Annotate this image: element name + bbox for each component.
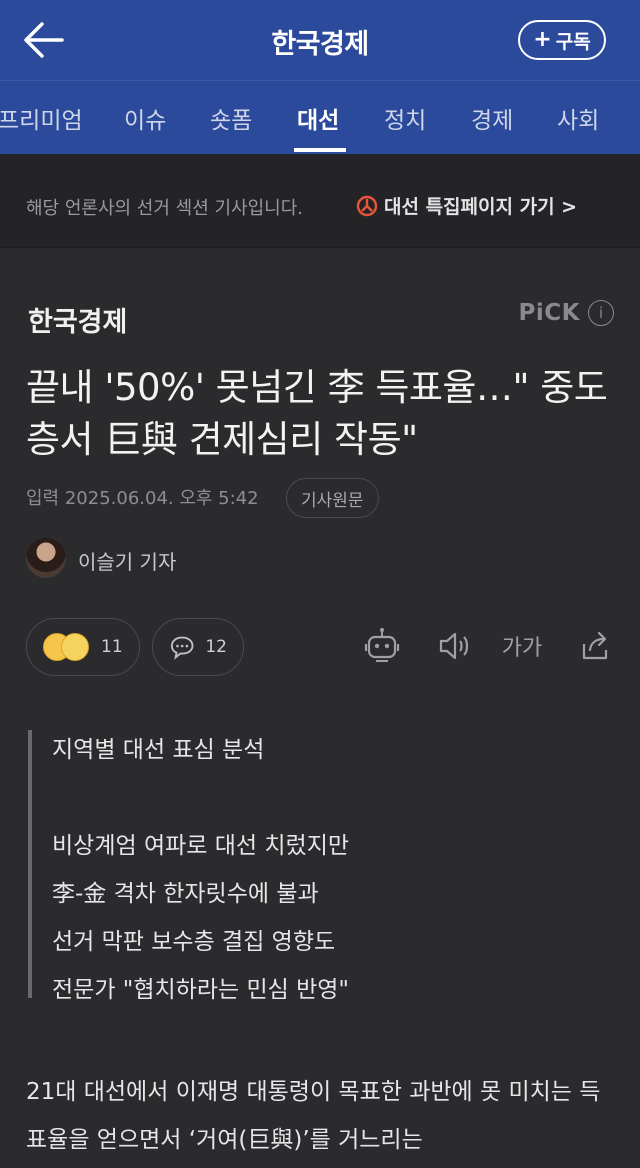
- notice-text: 해당 언론사의 선거 섹션 기사입니다.: [26, 198, 304, 219]
- plus-icon: +: [533, 27, 552, 52]
- summary-bar: [28, 730, 32, 998]
- info-icon[interactable]: i: [588, 300, 614, 326]
- reaction-emoji-icon: [43, 631, 91, 663]
- summary-line: 전문가 "협치하라는 민심 반영": [52, 977, 350, 1003]
- active-tab-indicator: [294, 148, 346, 152]
- speaker-icon[interactable]: [434, 626, 474, 666]
- comment-icon: [170, 636, 194, 660]
- election-page-link[interactable]: 대선 특집페이지 가기 >: [356, 192, 577, 219]
- summary-line: 李-金 격차 한자릿수에 불과: [52, 881, 319, 907]
- pick-label: PiCK: [518, 300, 580, 326]
- tab-economy[interactable]: 경제: [471, 101, 513, 135]
- summary-line: 선거 막판 보수층 결집 영향도: [52, 929, 336, 955]
- reaction-count: 11: [101, 637, 123, 657]
- article-date: 입력 2025.06.04. 오후 5:42: [26, 488, 259, 509]
- reaction-button[interactable]: 11: [26, 618, 140, 676]
- article-body: 21대 대선에서 이재명 대통령이 목표한 과반에 못 미치는 득표율을 얻으면…: [26, 1079, 601, 1153]
- reporter-avatar[interactable]: [26, 538, 66, 578]
- article-headline: 끝내 '50%' 못넘긴 李 득표율…" 중도층서 巨與 견제심리 작동": [26, 366, 608, 461]
- tab-premium[interactable]: 프리미엄: [0, 101, 83, 135]
- vote-icon: [356, 195, 378, 216]
- share-icon[interactable]: [576, 626, 616, 666]
- font-size-button[interactable]: 가가: [500, 626, 544, 666]
- tab-shortform[interactable]: 숏폼: [210, 101, 252, 135]
- tab-politics[interactable]: 정치: [384, 101, 426, 135]
- pick-badge[interactable]: PiCK i: [519, 300, 614, 326]
- press-name[interactable]: 한국경제: [28, 300, 127, 339]
- top-bar: 한국경제 + 구독: [0, 0, 640, 80]
- ai-summary-robot-icon[interactable]: [362, 626, 402, 666]
- tab-society[interactable]: 사회: [557, 101, 599, 135]
- font-size-label: 가가: [501, 636, 543, 661]
- summary-line: 비상계엄 여파로 대선 치렀지만: [52, 833, 350, 859]
- election-page-link-label: 대선 특집페이지 가기 >: [384, 196, 578, 218]
- tab-issue[interactable]: 이슈: [124, 101, 166, 135]
- comment-count: 12: [205, 637, 227, 657]
- subscribe-button[interactable]: + 구독: [518, 20, 606, 60]
- election-notice: 해당 언론사의 선거 섹션 기사입니다. 대선 특집페이지 가기 >: [0, 154, 640, 248]
- comment-button[interactable]: 12: [152, 618, 244, 676]
- reporter-name[interactable]: 이슬기 기자: [78, 546, 176, 575]
- section-tabs: 프리미엄 이슈 숏폼 대선 정치 경제 사회: [0, 80, 640, 154]
- tab-election[interactable]: 대선: [297, 101, 339, 135]
- original-article-button[interactable]: 기사원문: [286, 478, 379, 518]
- subscribe-label: 구독: [555, 30, 591, 53]
- summary-line: 지역별 대선 표심 분석: [52, 737, 265, 763]
